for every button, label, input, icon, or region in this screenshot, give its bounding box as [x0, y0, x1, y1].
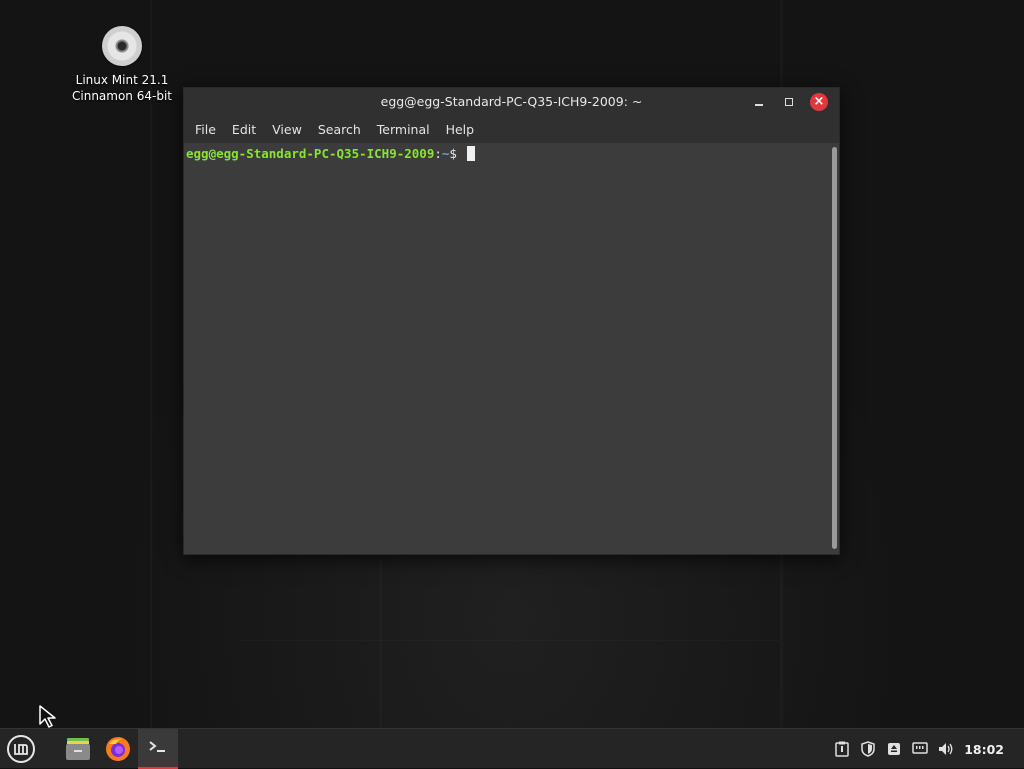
shield-icon[interactable]: [860, 741, 876, 757]
shell-prompt: egg@egg-Standard-PC-Q35-ICH9-2009:~$: [186, 145, 476, 163]
maximize-icon: [785, 98, 793, 106]
taskbar: 18:02: [0, 728, 1024, 769]
firefox-launcher[interactable]: [98, 729, 138, 769]
window-titlebar[interactable]: egg@egg-Standard-PC-Q35-ICH9-2009: ~ ×: [184, 88, 839, 116]
desktop-icon-linux-mint[interactable]: Linux Mint 21.1 Cinnamon 64-bit: [62, 24, 182, 104]
menu-edit[interactable]: Edit: [224, 122, 264, 137]
minimize-icon: [755, 104, 763, 106]
desktop: Linux Mint 21.1 Cinnamon 64-bit egg@egg-…: [0, 0, 1024, 728]
minimize-button[interactable]: [750, 93, 768, 111]
prompt-user: egg@egg-Standard-PC-Q35-ICH9-2009: [186, 146, 435, 161]
prompt-symbol: $: [449, 146, 465, 161]
menu-help[interactable]: Help: [438, 122, 483, 137]
removable-drive-icon[interactable]: [886, 741, 902, 757]
mint-menu-button[interactable]: [0, 729, 42, 769]
close-button[interactable]: ×: [810, 93, 828, 111]
menu-file[interactable]: File: [187, 122, 224, 137]
disc-icon: [102, 26, 142, 66]
maximize-button[interactable]: [780, 93, 798, 111]
window-title: egg@egg-Standard-PC-Q35-ICH9-2009: ~: [380, 94, 643, 109]
mouse-pointer-icon: [39, 705, 56, 728]
desktop-icon-label-line1: Linux Mint 21.1: [75, 73, 169, 87]
desktop-icon-label-line2: Cinnamon 64-bit: [72, 89, 172, 103]
prompt-separator: :: [434, 146, 442, 161]
terminal-window: egg@egg-Standard-PC-Q35-ICH9-2009: ~ × F…: [183, 87, 840, 555]
clock[interactable]: 18:02: [964, 742, 1004, 757]
system-tray: 18:02: [834, 729, 1024, 769]
volume-icon[interactable]: [938, 741, 954, 757]
scrollbar[interactable]: [832, 147, 837, 549]
close-icon: ×: [813, 94, 825, 109]
files-icon: [66, 738, 90, 760]
network-icon[interactable]: [912, 741, 928, 757]
terminal-taskbar-button[interactable]: [138, 729, 178, 769]
firefox-icon: [106, 737, 130, 761]
menu-search[interactable]: Search: [310, 122, 369, 137]
menu-terminal[interactable]: Terminal: [369, 122, 438, 137]
menu-icon: [7, 735, 35, 763]
menu-view[interactable]: View: [264, 122, 310, 137]
files-launcher[interactable]: [58, 729, 98, 769]
menubar: File Edit View Search Terminal Help: [184, 116, 839, 143]
terminal-icon: [149, 741, 165, 752]
update-manager-icon[interactable]: [834, 741, 850, 757]
terminal-output[interactable]: egg@egg-Standard-PC-Q35-ICH9-2009:~$: [184, 143, 839, 554]
text-cursor: [467, 146, 476, 161]
